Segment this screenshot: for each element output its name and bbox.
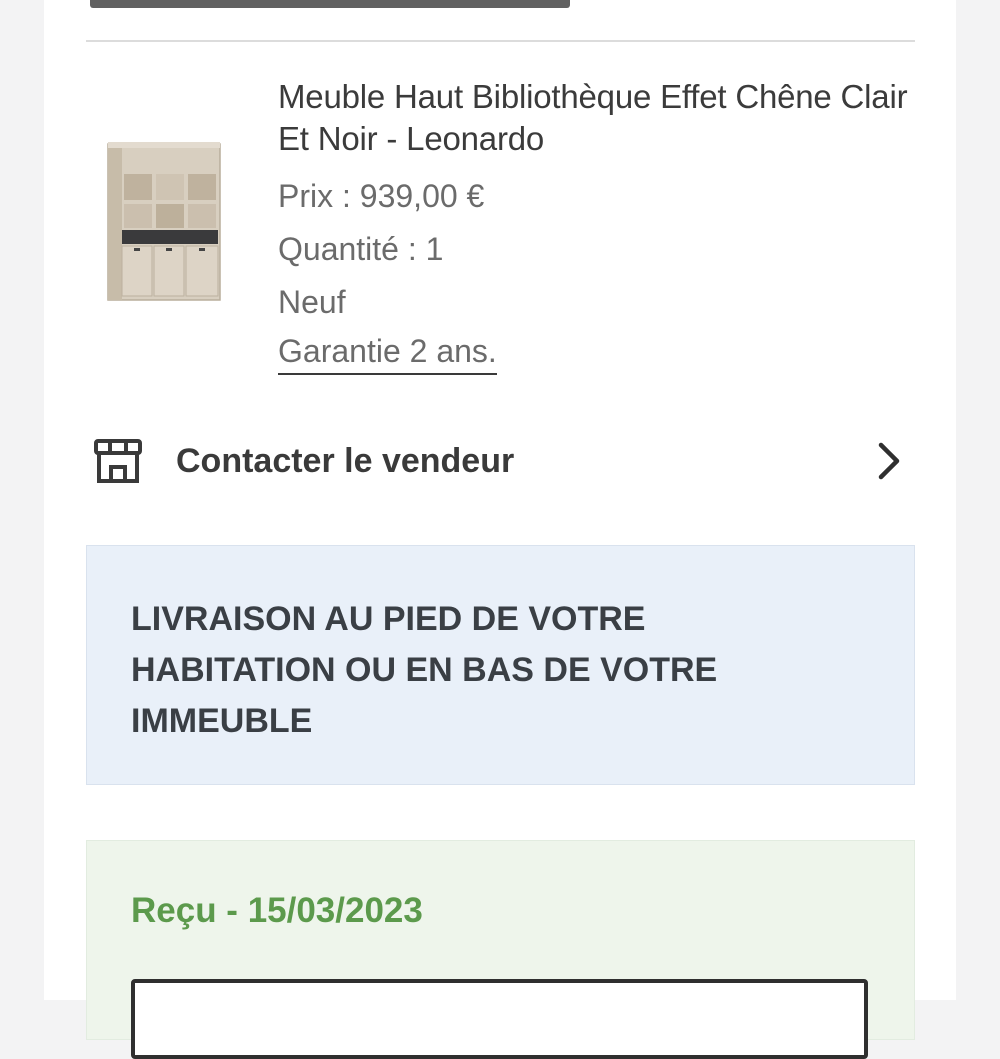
product-image[interactable] <box>104 138 234 308</box>
status-action-button[interactable] <box>131 979 868 1059</box>
contact-seller-button[interactable]: Contacter le vendeur <box>86 425 915 497</box>
product-title[interactable]: Meuble Haut Bibliothèque Effet Chêne Cla… <box>278 76 918 160</box>
product-quantity: Quantité : 1 <box>278 231 444 267</box>
section-header-cropped <box>90 0 570 8</box>
delivery-info-text: LIVRAISON AU PIED DE VOTRE HABITATION OU… <box>131 600 718 740</box>
order-status-text: Reçu - 15/03/2023 <box>131 891 423 930</box>
contact-seller-label: Contacter le vendeur <box>176 441 515 480</box>
delivery-info-box: LIVRAISON AU PIED DE VOTRE HABITATION OU… <box>86 545 915 785</box>
product-condition: Neuf <box>278 284 346 320</box>
product-price: Prix : 939,00 € <box>278 178 485 214</box>
divider <box>86 40 915 42</box>
store-icon <box>94 439 142 483</box>
chevron-right-icon <box>878 442 900 480</box>
order-status-box: Reçu - 15/03/2023 <box>86 840 915 1059</box>
product-info: Meuble Haut Bibliothèque Effet Chêne Cla… <box>278 76 918 375</box>
warranty-link[interactable]: Garantie 2 ans. <box>278 329 497 375</box>
